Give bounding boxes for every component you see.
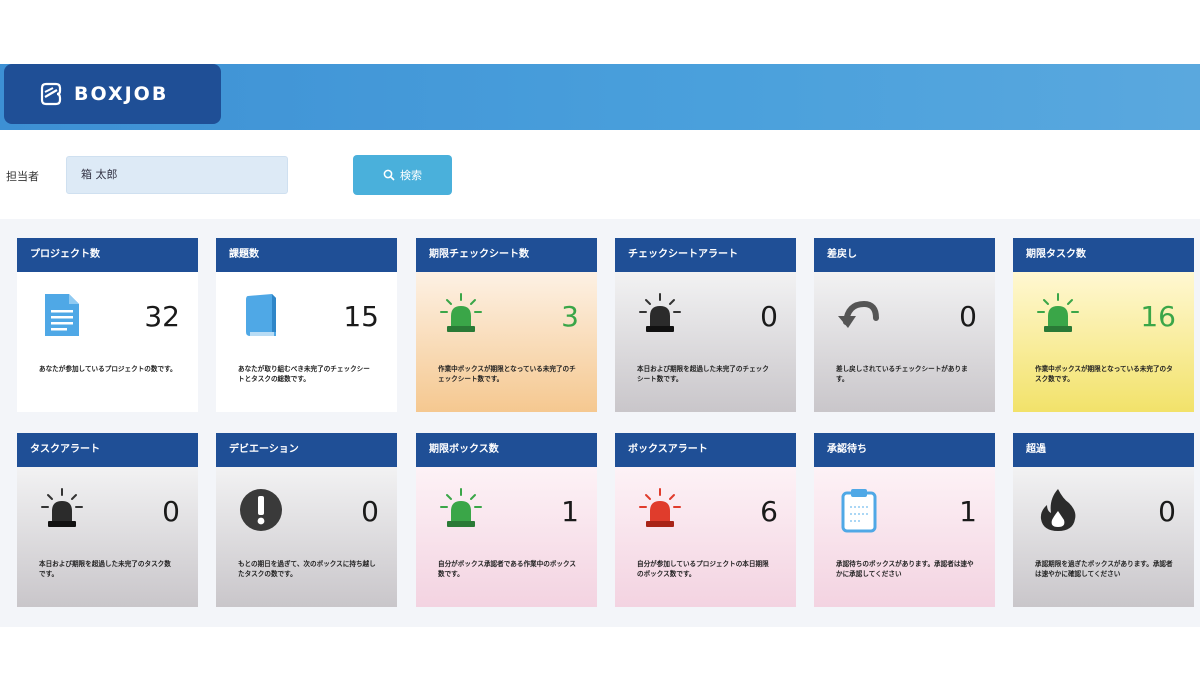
card-task-deadline[interactable]: 期限タスク数 16 作業中ボックスが期限となっている未完了のタスク数です。 [1013, 238, 1194, 412]
card-description: 本日および期限を超過した未完了のタスク数です。 [39, 560, 171, 578]
card-value: 0 [361, 495, 379, 528]
card-checksheet-deadline[interactable]: 期限チェックシート数 3 作業中ボックスが期限となっている未完了のチェックシート… [416, 238, 597, 412]
assignee-input[interactable]: 箱 太郎 [66, 156, 288, 194]
card-value: 6 [760, 495, 778, 528]
card-description: 作業中ボックスが期限となっている未完了のチェックシート数です。 [438, 365, 576, 383]
card-project-count[interactable]: プロジェクト数 32 あなたが参加しているプロジェクトの数です。 [17, 238, 198, 412]
card-title: 期限チェックシート数 [416, 238, 597, 272]
card-box-alert[interactable]: ボックスアラート 6 自分が参加しているプロジェクトの本日期限のボックス数です。 [615, 433, 796, 607]
card-title: 課題数 [216, 238, 397, 272]
alarm-light-green-icon [1037, 293, 1079, 332]
card-value: 1 [959, 495, 977, 528]
dashboard-panel: プロジェクト数 32 あなたが参加しているプロジェクトの数です。 課題数 15 … [0, 219, 1200, 627]
card-title: 期限ボックス数 [416, 433, 597, 467]
card-description: 自分がボックス承認者である作業中のボックス数です。 [438, 560, 577, 578]
search-icon [383, 169, 395, 181]
exclamation-icon [240, 489, 282, 531]
card-checksheet-alert[interactable]: チェックシートアラート 0 本日および期限を超過した未完了のチェックシート数です… [615, 238, 796, 412]
card-title: 承認待ち [814, 433, 995, 467]
card-description: あなたが参加しているプロジェクトの数です。 [39, 365, 177, 373]
search-button[interactable]: 検索 [353, 155, 452, 195]
card-overdue[interactable]: 超過 0 承認期限を過ぎたボックスがあります。承認者は速やかに確認してください [1013, 433, 1194, 607]
card-box-deadline[interactable]: 期限ボックス数 1 自分がボックス承認者である作業中のボックス数です。 [416, 433, 597, 607]
card-deviation[interactable]: デビエーション 0 もとの期日を過ぎて、次のボックスに持ち越したタスクの数です。 [216, 433, 397, 607]
card-title: プロジェクト数 [17, 238, 198, 272]
card-description: 本日および期限を超過した未完了のチェックシート数です。 [637, 365, 769, 383]
alarm-light-dark-icon [41, 488, 83, 527]
card-description: もとの期日を過ぎて、次のボックスに持ち越したタスクの数です。 [238, 560, 376, 578]
card-value: 0 [1158, 495, 1176, 528]
undo-arrow-icon [838, 300, 879, 328]
card-value: 1 [561, 495, 579, 528]
card-title: 期限タスク数 [1013, 238, 1194, 272]
assignee-label: 担当者 [6, 170, 39, 183]
card-description: あなたが取り組むべき未完了のチェックシートとタスクの総数です。 [238, 365, 370, 383]
boxjob-logo-icon [40, 82, 62, 106]
app-header: BOXJOB [0, 64, 1200, 130]
brand-logo[interactable]: BOXJOB [4, 64, 221, 124]
clipboard-icon [841, 489, 877, 533]
card-value: 16 [1140, 300, 1176, 333]
card-value: 0 [760, 300, 778, 333]
card-awaiting-approval[interactable]: 承認待ち 1 承認待ちのボックスがあります。承認者は速やかに承認してください [814, 433, 995, 607]
alarm-light-green-icon [440, 293, 482, 332]
card-value: 0 [162, 495, 180, 528]
card-task-alert[interactable]: タスクアラート 0 本日および期限を超過した未完了のタスク数です。 [17, 433, 198, 607]
card-title: デビエーション [216, 433, 397, 467]
card-title: チェックシートアラート [615, 238, 796, 272]
brand-name: BOXJOB [74, 83, 169, 105]
card-description: 自分が参加しているプロジェクトの本日期限のボックス数です。 [637, 560, 769, 578]
card-value: 3 [561, 300, 579, 333]
alarm-light-red-icon [639, 488, 681, 527]
card-description: 作業中ボックスが期限となっている未完了のタスク数です。 [1035, 365, 1173, 383]
card-title: 超過 [1013, 433, 1194, 467]
card-title: 差戻し [814, 238, 995, 272]
card-value: 32 [144, 300, 180, 333]
card-returned[interactable]: 差戻し 0 差し戻しされているチェックシートがあります。 [814, 238, 995, 412]
card-description: 承認期限を過ぎたボックスがあります。承認者は速やかに確認してください [1035, 560, 1173, 578]
alarm-light-green-icon [440, 488, 482, 527]
card-issue-count[interactable]: 課題数 15 あなたが取り組むべき未完了のチェックシートとタスクの総数です。 [216, 238, 397, 412]
filter-bar: 担当者 箱 太郎 検索 [0, 154, 1200, 198]
card-description: 差し戻しされているチェックシートがあります。 [836, 365, 968, 383]
card-value: 15 [343, 300, 379, 333]
card-description: 承認待ちのボックスがあります。承認者は速やかに承認してください [836, 560, 974, 578]
flame-icon [1040, 489, 1076, 531]
search-button-label: 検索 [400, 169, 422, 182]
card-title: タスクアラート [17, 433, 198, 467]
alarm-light-dark-icon [639, 293, 681, 332]
document-icon [45, 294, 79, 336]
card-title: ボックスアラート [615, 433, 796, 467]
card-value: 0 [959, 300, 977, 333]
book-icon [246, 294, 276, 336]
